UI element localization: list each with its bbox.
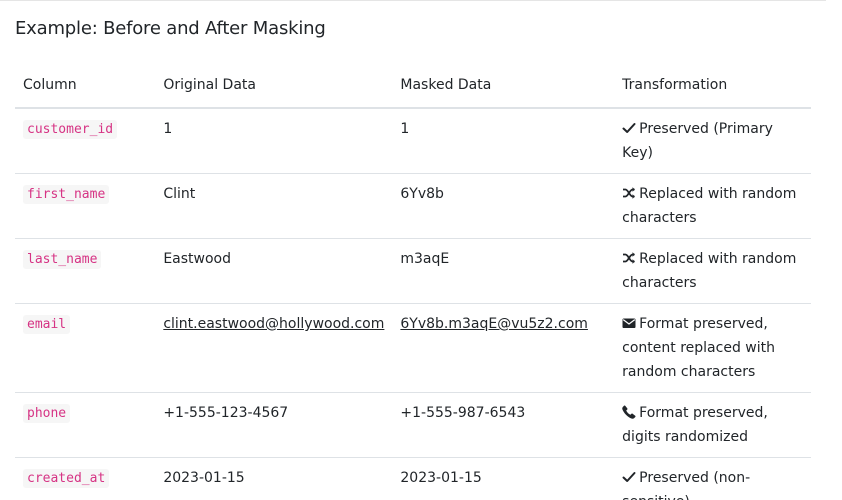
cell-masked: +1-555-987-6543	[392, 392, 615, 458]
cell-original: Eastwood	[155, 238, 393, 304]
column-name: created_at	[23, 469, 110, 488]
original-email-link[interactable]: clint.eastwood@hollywood.com	[163, 316, 384, 332]
table-row: customer_id 1 1 Preserved (Primary Key)	[15, 108, 811, 174]
column-name: phone	[23, 404, 71, 423]
table-header-row: Column Original Data Masked Data Transfo…	[15, 63, 811, 109]
transformation-text: Replaced with random characters	[622, 186, 797, 226]
table-row: first_name Clint 6Yv8b Replaced with ran…	[15, 173, 811, 239]
column-name: customer_id	[23, 120, 118, 139]
header-original-data: Original Data	[155, 63, 393, 109]
cell-original: Clint	[155, 173, 393, 239]
cell-masked: 6Yv8b.m3aqE@vu5z2.com	[392, 303, 615, 393]
section-title: Example: Before and After Masking	[15, 18, 326, 39]
cell-original: clint.eastwood@hollywood.com	[155, 303, 393, 393]
cell-column: last_name	[15, 238, 156, 304]
shuffle-icon	[622, 186, 636, 200]
masked-email-link[interactable]: 6Yv8b.m3aqE@vu5z2.com	[400, 316, 588, 332]
cell-column: customer_id	[15, 108, 156, 174]
cell-original: +1-555-123-4567	[155, 392, 393, 458]
cell-column: created_at	[15, 457, 156, 500]
table-row: created_at 2023-01-15 2023-01-15 Preserv…	[15, 457, 811, 500]
masking-example-table: Column Original Data Masked Data Transfo…	[15, 63, 811, 500]
cell-column: first_name	[15, 173, 156, 239]
cell-transformation: Replaced with random characters	[614, 173, 811, 239]
cell-transformation: Preserved (Primary Key)	[614, 108, 811, 174]
cell-masked: m3aqE	[392, 238, 615, 304]
cell-transformation: Preserved (non-sensitive)	[614, 457, 811, 500]
shuffle-icon	[622, 251, 636, 265]
header-masked-data: Masked Data	[392, 63, 615, 109]
cell-transformation: Replaced with random characters	[614, 238, 811, 304]
column-name: last_name	[23, 250, 102, 269]
table-row: last_name Eastwood m3aqE Replaced with r…	[15, 238, 811, 304]
page: Example: Before and After Masking Column…	[0, 0, 842, 500]
cell-column: phone	[15, 392, 156, 458]
cell-column: email	[15, 303, 156, 393]
header-column: Column	[15, 63, 156, 109]
envelope-icon	[622, 316, 636, 330]
table-row: email clint.eastwood@hollywood.com 6Yv8b…	[15, 303, 811, 393]
cell-original: 1	[155, 108, 393, 174]
transformation-text: Replaced with random characters	[622, 251, 797, 291]
table-row: phone +1-555-123-4567 +1-555-987-6543 Fo…	[15, 392, 811, 458]
transformation-text: Format preserved, digits randomized	[622, 405, 768, 445]
cell-masked: 1	[392, 108, 615, 174]
transformation-text: Preserved (Primary Key)	[622, 121, 773, 161]
column-name: first_name	[23, 185, 110, 204]
cell-masked: 2023-01-15	[392, 457, 615, 500]
check-icon	[622, 470, 636, 484]
top-divider	[0, 0, 826, 1]
cell-transformation: Format preserved, content replaced with …	[614, 303, 811, 393]
cell-original: 2023-01-15	[155, 457, 393, 500]
transformation-text: Format preserved, content replaced with …	[622, 316, 775, 380]
transformation-text: Preserved (non-sensitive)	[622, 470, 751, 500]
column-name: email	[23, 315, 71, 334]
cell-transformation: Format preserved, digits randomized	[614, 392, 811, 458]
phone-icon	[622, 405, 636, 419]
header-transformation: Transformation	[614, 63, 811, 109]
check-icon	[622, 121, 636, 135]
cell-masked: 6Yv8b	[392, 173, 615, 239]
